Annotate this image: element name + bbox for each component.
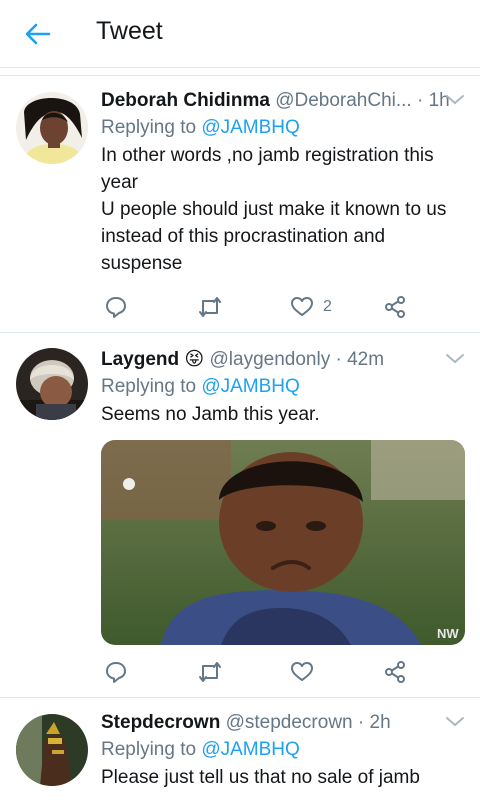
tweet-header: Deborah Chidinma @DeborahChi... · 1h: [101, 88, 466, 114]
tweet-text-line: U people should just make it known to us…: [101, 199, 447, 274]
share-icon: [385, 661, 405, 683]
like-count: 2: [323, 298, 332, 315]
display-name[interactable]: Deborah Chidinma: [101, 90, 270, 111]
back-button[interactable]: [18, 16, 58, 52]
tweet-text: In other words ,no jamb registration thi…: [101, 142, 466, 277]
replying-to: Replying to @JAMBHQ: [101, 736, 466, 764]
replying-to-label: Replying to: [101, 739, 197, 760]
replying-to: Replying to @JAMBHQ: [101, 114, 466, 142]
tweet-header: Laygend 😝 @laygendonly · 42m: [101, 347, 466, 373]
replying-to: Replying to @JAMBHQ: [101, 373, 466, 401]
tweet-actions: [101, 657, 421, 687]
like-button[interactable]: 2: [291, 292, 332, 322]
mention-link[interactable]: @JAMBHQ: [201, 739, 299, 760]
tweet-actions: 2: [101, 292, 421, 322]
page-title: Tweet: [96, 17, 163, 45]
share-button[interactable]: [384, 292, 406, 322]
reply-icon: [106, 297, 126, 318]
tweet-text: Seems no Jamb this year.: [101, 401, 466, 428]
timestamp: · 42m: [335, 349, 385, 370]
reply-button[interactable]: [105, 292, 127, 322]
emoji-icon: 😝: [184, 349, 205, 370]
tweet-text-line: In other words ,no jamb registration thi…: [101, 145, 434, 193]
arrow-left-icon: [25, 23, 51, 45]
share-icon: [385, 296, 405, 318]
avatar[interactable]: [16, 348, 88, 420]
retweet-button[interactable]: [198, 657, 222, 687]
username[interactable]: @stepdecrown: [226, 712, 353, 733]
display-name[interactable]: Laygend: [101, 349, 179, 370]
tweet-media-image[interactable]: NW: [101, 440, 465, 645]
avatar[interactable]: [16, 714, 88, 786]
username[interactable]: @laygendonly: [210, 349, 331, 370]
avatar[interactable]: [16, 92, 88, 164]
username[interactable]: @DeborahChi...: [275, 90, 412, 111]
heart-icon: [291, 297, 313, 316]
tweet-text: Please just tell us that no sale of jamb: [101, 764, 466, 791]
media-watermark: NW: [437, 626, 459, 641]
tweet-text-line: Please just tell us that no sale of jamb: [101, 767, 420, 788]
tweet-item[interactable]: Stepdecrown @stepdecrown · 2h Replying t…: [0, 698, 480, 800]
retweet-icon: [199, 297, 221, 317]
retweet-icon: [199, 662, 221, 682]
reply-button[interactable]: [105, 657, 127, 687]
reply-icon: [106, 662, 126, 683]
tweet-item[interactable]: Laygend 😝 @laygendonly · 42m Replying to…: [0, 333, 480, 697]
tweet-item[interactable]: Deborah Chidinma @DeborahChi... · 1h Rep…: [0, 76, 480, 332]
mention-link[interactable]: @JAMBHQ: [201, 117, 299, 138]
timestamp: · 2h: [357, 712, 391, 733]
tweet-header: Stepdecrown @stepdecrown · 2h: [101, 710, 466, 736]
display-name[interactable]: Stepdecrown: [101, 712, 220, 733]
share-button[interactable]: [384, 657, 406, 687]
tweet-text-line: Seems no Jamb this year.: [101, 404, 320, 425]
heart-icon: [291, 662, 313, 681]
top-app-bar: Tweet: [0, 0, 480, 68]
replying-to-label: Replying to: [101, 117, 197, 138]
mention-link[interactable]: @JAMBHQ: [201, 376, 299, 397]
chevron-down-icon[interactable]: [444, 90, 466, 110]
retweet-button[interactable]: [198, 292, 222, 322]
like-button[interactable]: [291, 657, 313, 687]
replying-to-label: Replying to: [101, 376, 197, 397]
chevron-down-icon[interactable]: [444, 712, 466, 732]
chevron-down-icon[interactable]: [444, 349, 466, 369]
